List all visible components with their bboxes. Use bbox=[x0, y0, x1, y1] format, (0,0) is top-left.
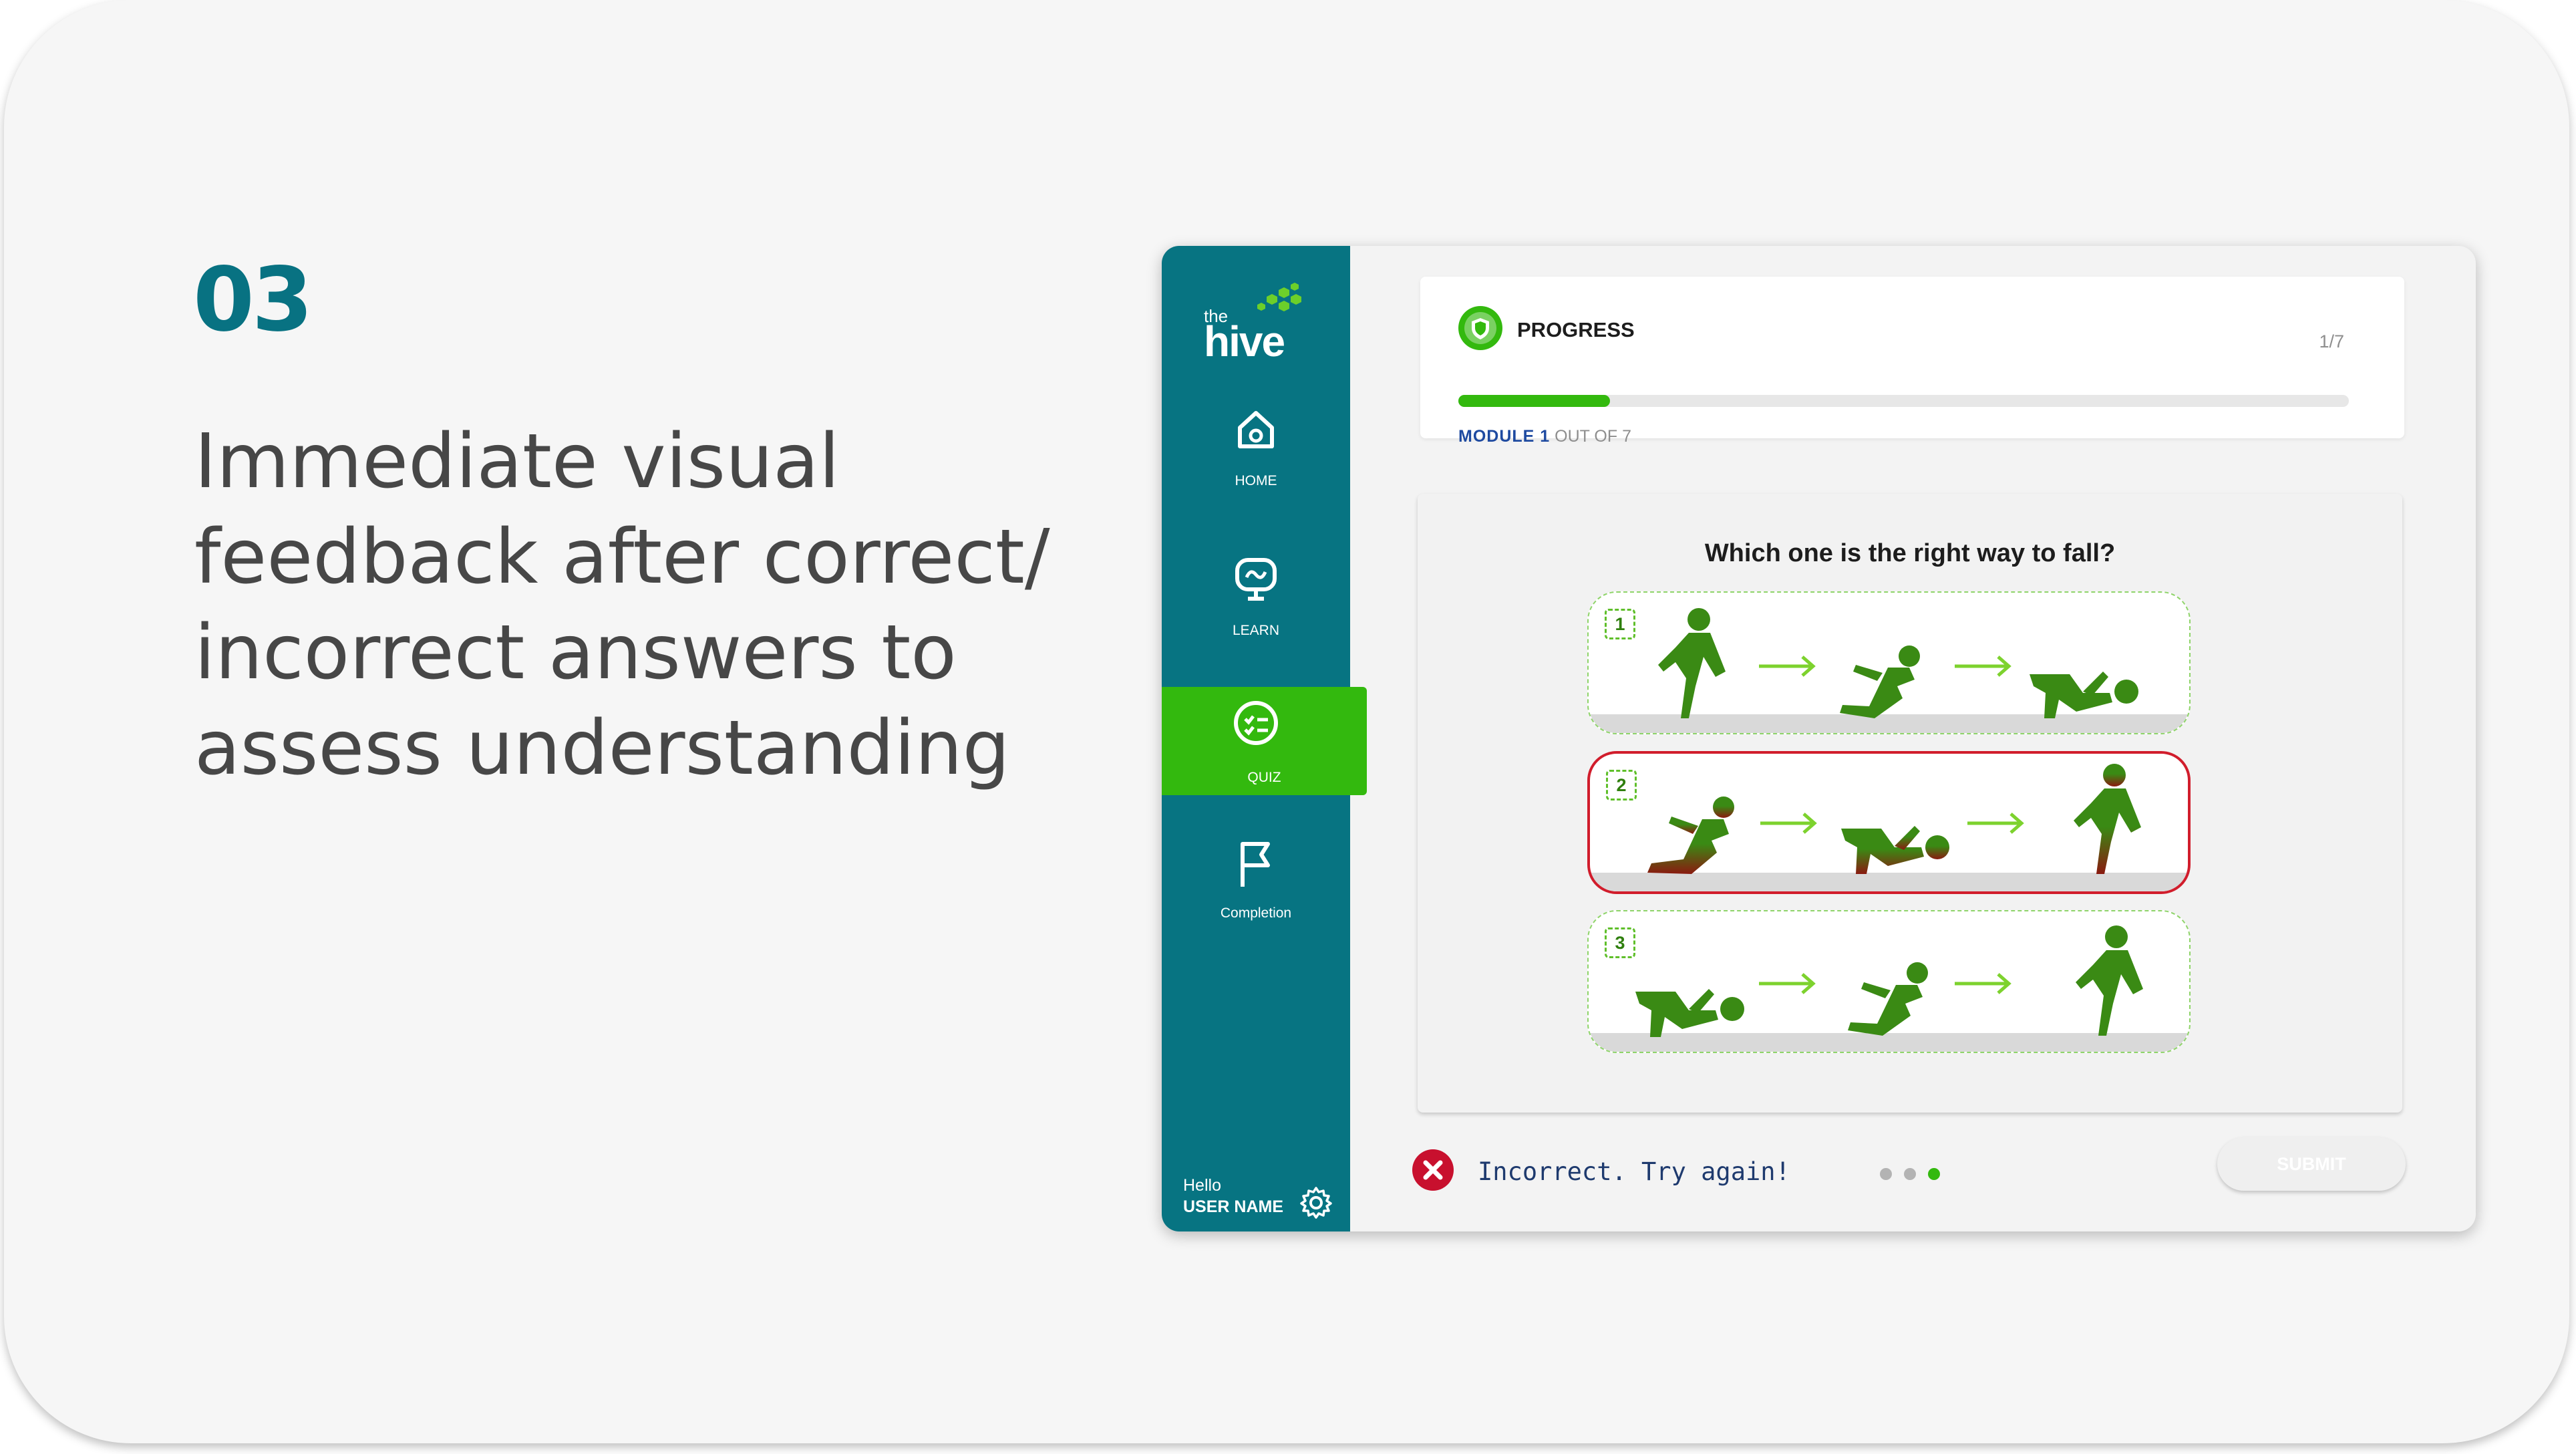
step-number: 03 bbox=[193, 249, 313, 351]
progress-title: PROGRESS bbox=[1517, 318, 1635, 341]
sidebar-item-label: QUIZ bbox=[1247, 770, 1281, 785]
app-window: the hive HOME LEARN QUIZ Completion Hell… bbox=[1162, 246, 2476, 1231]
module-label: MODULE 1 bbox=[1458, 427, 1551, 446]
progress-bar bbox=[1458, 395, 2349, 407]
flag-icon bbox=[1241, 842, 1270, 887]
brand-name: hive bbox=[1204, 317, 1285, 366]
quiz-card: Which one is the right way to fall? 1 2 … bbox=[1418, 494, 2402, 1113]
progress-card: PROGRESS 1/7 MODULE 1 OUT OF 7 bbox=[1420, 277, 2404, 446]
gear-icon[interactable] bbox=[1299, 1185, 1333, 1220]
pagination-dot-active[interactable] bbox=[1928, 1168, 1940, 1180]
home-icon bbox=[1238, 411, 1274, 448]
module-out-of: OUT OF 7 bbox=[1555, 427, 1631, 446]
module-indicator: MODULE 1 OUT OF 7 bbox=[1458, 427, 1631, 446]
user-name: USER NAME bbox=[1183, 1197, 1284, 1216]
progress-bar-fill bbox=[1458, 395, 1610, 407]
pagination-dot[interactable] bbox=[1880, 1168, 1892, 1180]
sidebar-item-completion[interactable]: Completion bbox=[1162, 837, 1350, 931]
question-text: Which one is the right way to fall? bbox=[1704, 539, 2116, 567]
greeting-text: Hello bbox=[1183, 1176, 1221, 1195]
answer-option-1[interactable]: 1 bbox=[1587, 591, 2191, 734]
slide-card: 03 Immediate visual feedback after corre… bbox=[4, 0, 2569, 1443]
submit-button[interactable]: SUBMIT bbox=[2217, 1137, 2406, 1191]
sidebar-item-label: Completion bbox=[1220, 905, 1292, 921]
answer-option-2[interactable]: 2 bbox=[1587, 751, 2191, 894]
sidebar-item-home[interactable]: HOME bbox=[1162, 401, 1350, 494]
slide-headline: Immediate visual feedback after correct/… bbox=[194, 418, 1050, 792]
sidebar-item-label: LEARN bbox=[1232, 623, 1280, 638]
close-icon bbox=[1412, 1149, 1454, 1191]
fall-sequence-illustration bbox=[1635, 925, 2143, 1037]
feedback-message: Incorrect. Try again! bbox=[1478, 1157, 1790, 1186]
progress-count: 1/7 bbox=[2319, 331, 2344, 351]
sidebar-item-quiz[interactable]: QUIZ bbox=[1162, 687, 1367, 795]
brand-logo[interactable]: the hive bbox=[1204, 281, 1317, 366]
sidebar-item-learn[interactable]: LEARN bbox=[1162, 548, 1350, 641]
fall-sequence-illustration bbox=[1658, 608, 2138, 718]
quiz-icon bbox=[1234, 701, 1278, 745]
sidebar-item-label: HOME bbox=[1235, 473, 1277, 488]
sidebar: the hive HOME LEARN QUIZ Completion Hell… bbox=[1162, 246, 1367, 1231]
user-greeting: Hello USER NAME bbox=[1183, 1175, 1283, 1217]
monitor-icon bbox=[1235, 558, 1277, 601]
shield-icon bbox=[1458, 306, 1502, 350]
pagination-dot[interactable] bbox=[1904, 1168, 1916, 1180]
fall-sequence-illustration bbox=[1647, 764, 2141, 874]
answer-option-3[interactable]: 3 bbox=[1587, 910, 2191, 1053]
